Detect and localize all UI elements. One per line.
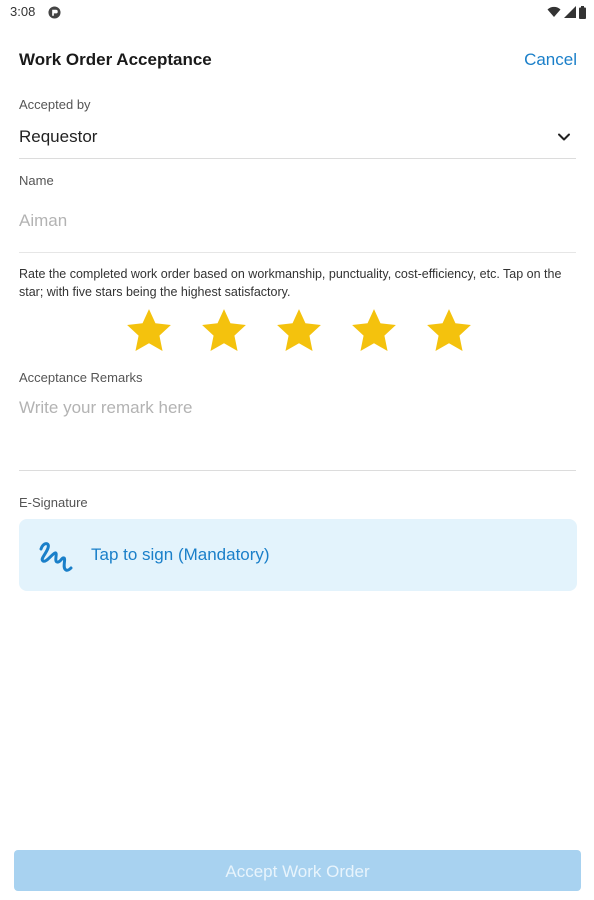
app-notification-icon [48,6,61,19]
status-time: 3:08 [10,4,36,19]
accept-work-order-label: Accept Work Order [225,862,370,881]
star-icon-3[interactable] [274,306,324,356]
chevron-down-icon [558,133,570,141]
cancel-button[interactable]: Cancel [524,50,577,70]
tap-to-sign-label: Tap to sign (Mandatory) [91,545,270,564]
star-icon-4[interactable] [349,306,399,356]
accepted-by-label: Accepted by [19,97,91,112]
cell-signal-icon [564,6,576,18]
name-field: Aiman [19,200,576,253]
remarks-input[interactable]: Write your remark here [19,394,576,471]
tap-to-sign-button[interactable]: Tap to sign (Mandatory) [19,519,577,591]
name-value: Aiman [19,211,68,230]
star-rating[interactable] [124,306,474,356]
page-title: Work Order Acceptance [19,50,212,69]
rating-instructions: Rate the completed work order based on w… [19,267,562,299]
accepted-by-dropdown[interactable]: Requestor [19,120,576,159]
star-icon-2[interactable] [199,306,249,356]
accept-work-order-button[interactable]: Accept Work Order [14,850,581,891]
signature-label: E-Signature [19,495,88,510]
wifi-icon [547,6,561,17]
name-label: Name [19,173,54,188]
remarks-label: Acceptance Remarks [19,370,143,385]
status-icons [547,5,586,19]
battery-icon [579,5,586,19]
star-icon-5[interactable] [424,306,474,356]
remarks-placeholder: Write your remark here [19,398,193,417]
accepted-by-value: Requestor [19,127,98,146]
signature-icon [39,542,73,572]
status-bar: 3:08 [0,0,594,26]
star-icon-1[interactable] [124,306,174,356]
